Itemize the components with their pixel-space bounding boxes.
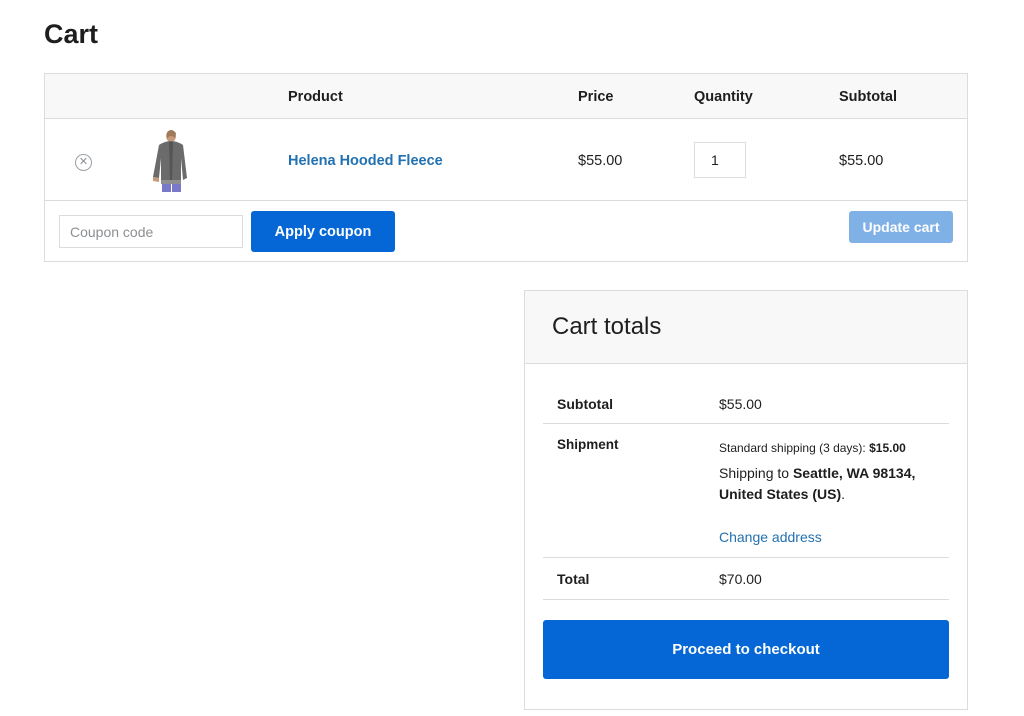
update-cart-button[interactable]: Update cart <box>849 211 953 243</box>
close-circle-icon[interactable]: ✕ <box>75 154 92 171</box>
cart-table-header: Product Price Quantity Subtotal <box>45 74 967 119</box>
column-header-subtotal: Subtotal <box>839 89 897 105</box>
cart-table: Product Price Quantity Subtotal ✕ Helena… <box>44 73 968 262</box>
apply-coupon-button[interactable]: Apply coupon <box>251 211 395 252</box>
quantity-input[interactable] <box>694 142 746 178</box>
subtotal-label: Subtotal <box>557 396 613 412</box>
column-header-quantity: Quantity <box>694 89 753 105</box>
change-address-link[interactable]: Change address <box>719 529 822 545</box>
shipping-to-prefix: Shipping to <box>719 465 793 481</box>
proceed-to-checkout-button[interactable]: Proceed to checkout <box>543 620 949 679</box>
total-value: $70.00 <box>719 571 762 587</box>
totals-shipment-row: Shipment Standard shipping (3 days): $15… <box>543 424 949 558</box>
column-header-price: Price <box>578 89 614 105</box>
total-label: Total <box>557 571 590 587</box>
shipping-destination: Shipping to Seattle, WA 98134, United St… <box>719 463 945 505</box>
cart-actions: Apply coupon Update cart <box>45 201 967 261</box>
cart-item-row: ✕ Helena Hooded Fleece $55.00 $55.00 <box>45 119 967 201</box>
column-header-product: Product <box>288 89 343 105</box>
product-name-link[interactable]: Helena Hooded Fleece <box>288 153 443 169</box>
shipment-label: Shipment <box>557 437 619 452</box>
cart-totals-panel: Cart totals Subtotal $55.00 Shipment Sta… <box>524 290 968 710</box>
product-subtotal: $55.00 <box>839 153 884 169</box>
page-title: Cart <box>44 19 99 49</box>
totals-subtotal-row: Subtotal $55.00 <box>543 364 949 424</box>
coupon-code-input[interactable] <box>59 215 243 248</box>
cart-totals-title: Cart totals <box>552 313 662 340</box>
cart-totals-header: Cart totals <box>525 291 967 364</box>
product-thumbnail[interactable] <box>147 128 195 192</box>
subtotal-value: $55.00 <box>719 396 762 412</box>
shipping-to-suffix: . <box>841 486 846 502</box>
shipping-method-name: Standard shipping (3 days): <box>719 441 870 455</box>
shipping-method: Standard shipping (3 days): $15.00 <box>719 441 906 455</box>
product-price: $55.00 <box>578 153 623 169</box>
totals-total-row: Total $70.00 <box>543 558 949 600</box>
shipping-method-price: $15.00 <box>869 441 906 455</box>
